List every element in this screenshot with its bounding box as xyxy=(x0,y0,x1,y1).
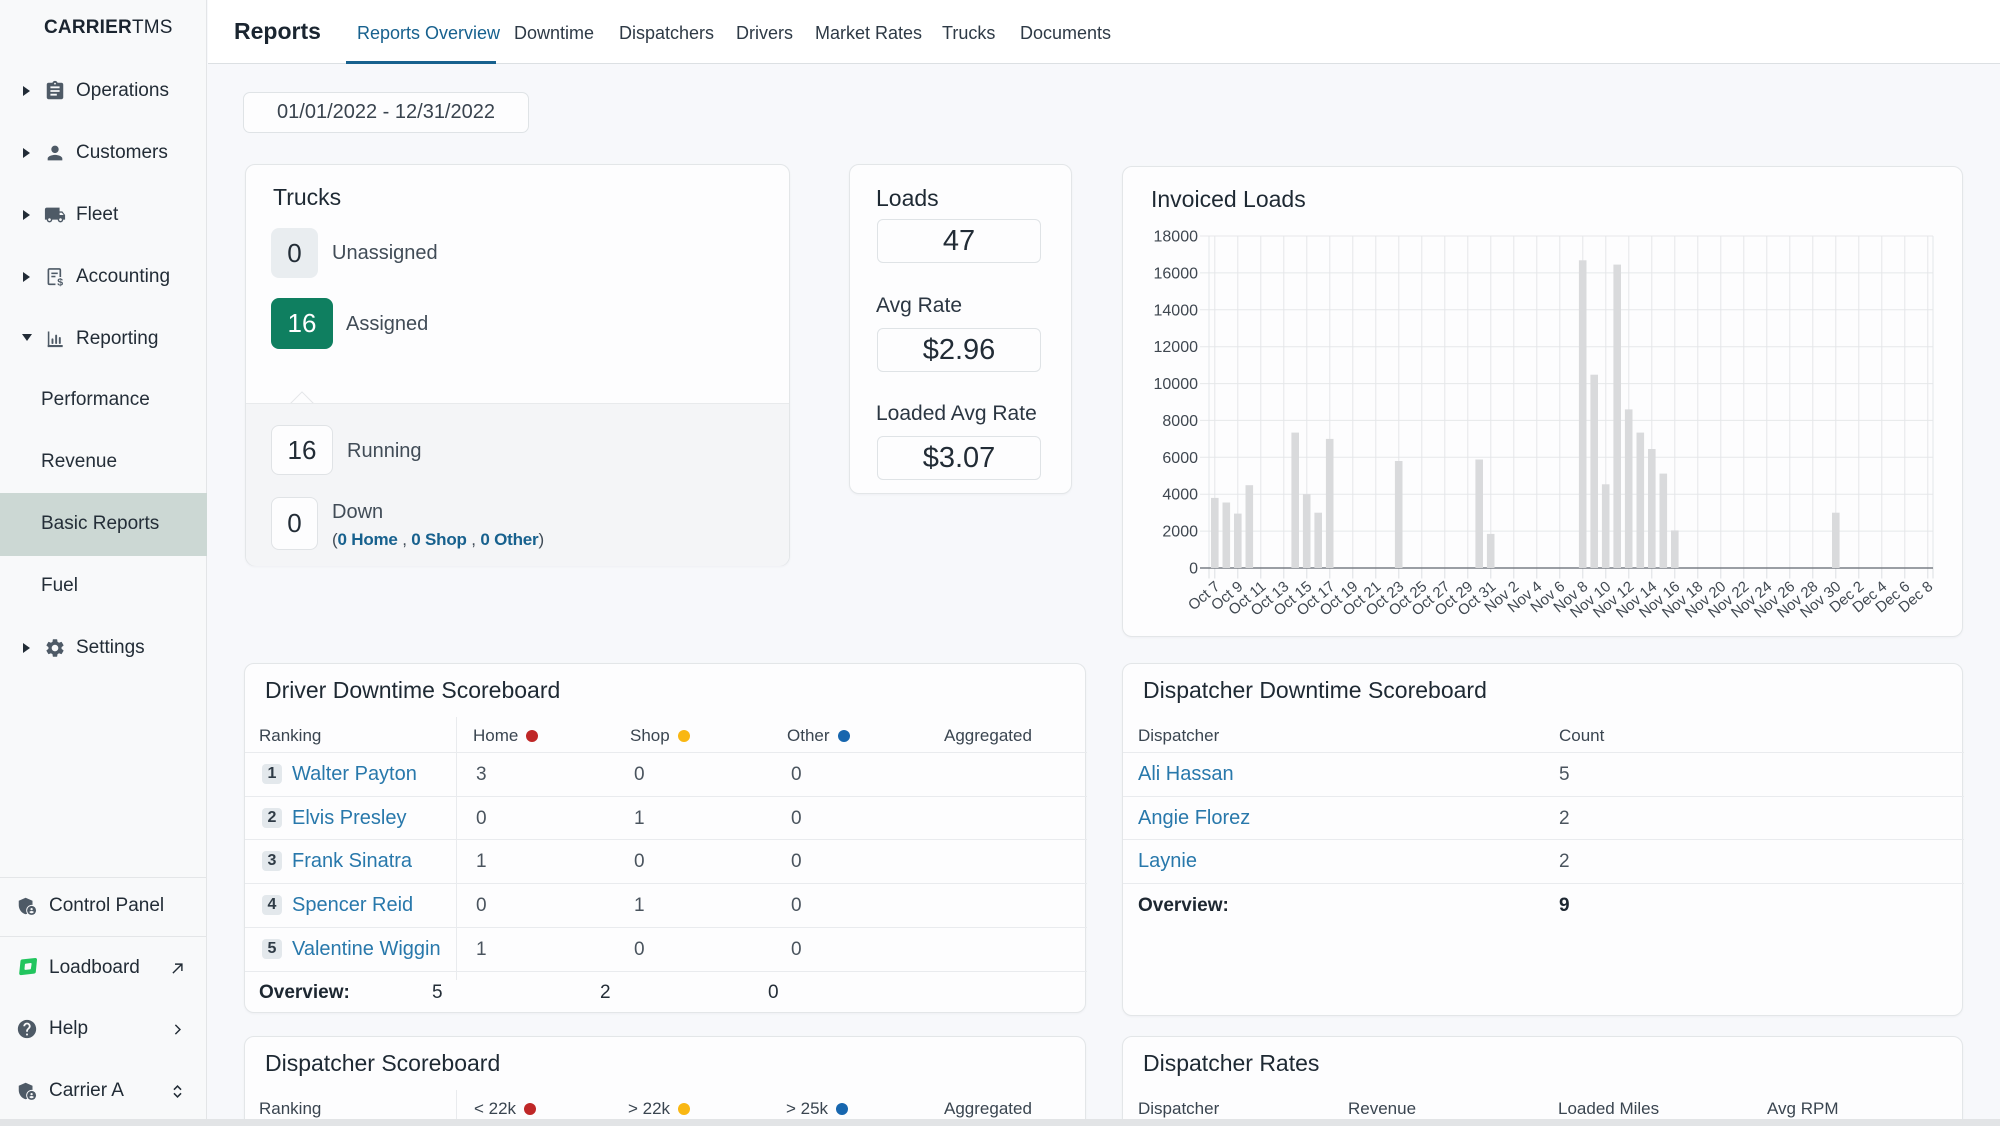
svg-text:18000: 18000 xyxy=(1154,229,1199,246)
svg-text:$: $ xyxy=(57,277,63,288)
svg-text:14000: 14000 xyxy=(1154,302,1199,319)
svg-text:8000: 8000 xyxy=(1162,413,1198,430)
svg-text:10000: 10000 xyxy=(1154,376,1199,393)
svg-text:0: 0 xyxy=(1189,561,1198,578)
svg-text:12000: 12000 xyxy=(1154,339,1199,356)
svg-text:2000: 2000 xyxy=(1162,524,1198,541)
svg-text:4000: 4000 xyxy=(1162,487,1198,504)
svg-text:16000: 16000 xyxy=(1154,265,1199,282)
svg-text:6000: 6000 xyxy=(1162,450,1198,467)
